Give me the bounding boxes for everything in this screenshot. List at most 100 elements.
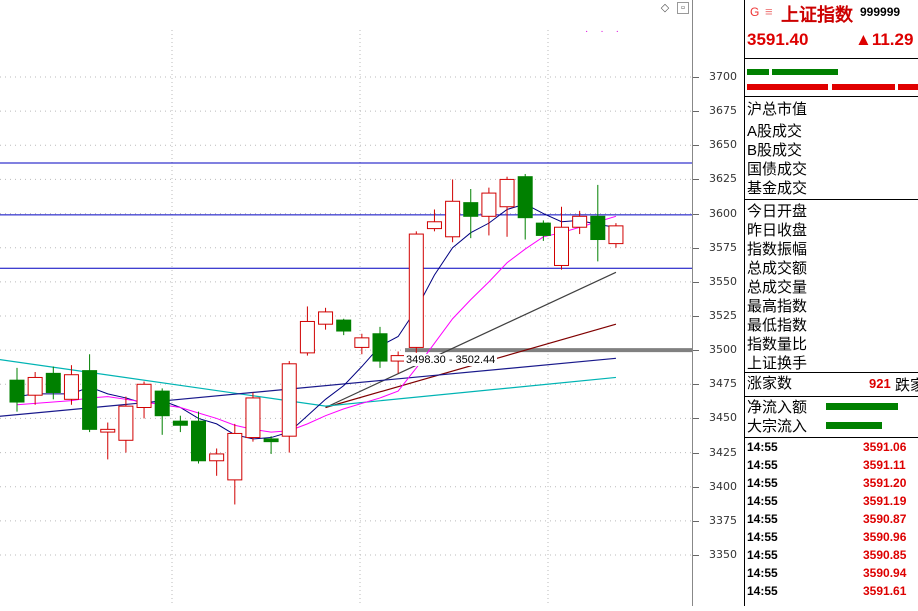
axis-tick-label: 3500 (709, 343, 737, 357)
stat-label: 指数振幅 (747, 241, 808, 258)
axis-tick-label: 3550 (709, 274, 737, 288)
net-inflow-bar (826, 403, 898, 410)
strength-bar-red-2 (832, 84, 895, 90)
candle-body (227, 432, 243, 481)
candle-body (354, 337, 370, 348)
tick-row[interactable]: 14:55 3590.96 (745, 530, 918, 548)
price-axis: 3350 3375 3400 3425 3450 3475 3500 3525 3550 3575… (692, 0, 745, 606)
candle-body (445, 200, 461, 238)
stat-label: 最低指数 (747, 317, 808, 334)
axis-tick-label: 3675 (709, 104, 737, 118)
axis-tick-label: 3600 (709, 206, 737, 220)
block-inflow-label: 大宗流入 (747, 418, 808, 435)
candle-body (299, 320, 315, 354)
tick-time: 14:55 (747, 476, 778, 490)
stat-label: 总成交额 (747, 260, 808, 277)
tick-row[interactable]: 14:55 3591.19 (745, 494, 918, 512)
candle-body (100, 428, 116, 433)
axis-tick-label: 3350 (709, 548, 737, 561)
axis-tick (693, 145, 699, 147)
axis-tick (693, 281, 699, 283)
adv-value: 921 (869, 376, 891, 391)
stat-label: 指数量比 (747, 336, 808, 353)
stat-label: 上证换手 (747, 355, 808, 372)
candle-body (82, 370, 98, 430)
tick-row[interactable]: 14:55 3591.06 (745, 440, 918, 458)
axis-tick (693, 247, 699, 249)
tick-row[interactable]: 14:55 3591.20 (745, 476, 918, 494)
axis-tick-label: 3575 (709, 240, 737, 254)
candle-body (154, 390, 170, 417)
axis-tick-label: 3475 (709, 377, 737, 391)
divider (745, 96, 918, 97)
tick-price: 3591.19 (863, 494, 907, 508)
candle-body (426, 221, 442, 230)
candle-body (572, 215, 588, 228)
tick-time: 14:55 (747, 548, 778, 562)
kline-chart[interactable]: 3498.30 - 3502.44 ◇ ▫ ··· (0, 0, 692, 606)
tick-price: 3590.94 (863, 566, 907, 580)
tick-time: 14:55 (747, 440, 778, 454)
candle-body (136, 383, 152, 409)
candle-body (408, 233, 424, 348)
tick-price: 3591.20 (863, 476, 907, 490)
dec-label: 跌家 (895, 377, 918, 394)
stat-label: 总成交量 (747, 279, 808, 296)
tick-time: 14:55 (747, 512, 778, 526)
ma-line (16, 203, 617, 440)
axis-tick (693, 520, 699, 522)
axis-tick (693, 384, 699, 386)
axis-tick-label: 3625 (709, 172, 737, 186)
candle-body (27, 376, 43, 396)
tick-price: 3591.11 (863, 458, 906, 472)
block-inflow-bar (826, 422, 882, 429)
strength-bar-green-2 (772, 69, 838, 75)
axis-tick-label: 3450 (709, 411, 737, 425)
index-code: 999999 (860, 5, 901, 19)
axis-tick (693, 111, 699, 113)
menu-icon[interactable]: ≡ (765, 4, 773, 19)
axis-tick (693, 77, 699, 78)
divider (745, 372, 918, 373)
candle-body (481, 192, 497, 217)
tick-row[interactable]: 14:55 3590.85 (745, 548, 918, 566)
tick-row[interactable]: 14:55 3591.11 (745, 458, 918, 476)
axis-tick (693, 452, 699, 454)
stat-label: 沪总市值 (747, 101, 808, 118)
axis-tick (693, 486, 699, 488)
divider (745, 396, 918, 397)
tick-row[interactable]: 14:55 3591.61 (745, 584, 918, 602)
tick-time: 14:55 (747, 494, 778, 508)
stat-label: B股成交 (747, 142, 803, 159)
candle-body (172, 420, 188, 426)
kline-svg[interactable] (0, 0, 692, 606)
tick-row[interactable]: 14:55 3590.94 (745, 566, 918, 584)
candle-body (499, 178, 515, 208)
candle-body (281, 363, 297, 437)
restore-window-icon[interactable]: ▫ (677, 2, 689, 14)
diamond-icon[interactable]: ◇ (660, 3, 670, 14)
axis-tick (693, 179, 699, 181)
tick-price: 3590.87 (863, 512, 907, 526)
candle-body (372, 333, 388, 362)
candle-body (45, 372, 61, 393)
candle-body (535, 222, 551, 236)
candle-body (209, 453, 225, 462)
g-icon[interactable]: G (750, 5, 759, 19)
strength-bar-red-3 (898, 84, 918, 90)
divider (745, 199, 918, 200)
candle-body (118, 405, 134, 441)
tick-row[interactable]: 14:55 3590.87 (745, 512, 918, 530)
axis-tick-label: 3525 (709, 309, 737, 322)
candle-body (63, 374, 79, 400)
marker-dots: ··· (585, 26, 631, 37)
stat-label: 最高指数 (747, 298, 808, 315)
candle-body (463, 202, 479, 217)
stat-label: 国债成交 (747, 161, 808, 178)
tick-time: 14:55 (747, 584, 778, 598)
candle-body (517, 176, 533, 219)
tick-price: 3591.06 (863, 440, 907, 454)
candle-body (245, 397, 261, 439)
panel-title-row: G ≡ 上证指数 999999 (745, 0, 918, 26)
tick-price: 3590.85 (863, 548, 907, 562)
